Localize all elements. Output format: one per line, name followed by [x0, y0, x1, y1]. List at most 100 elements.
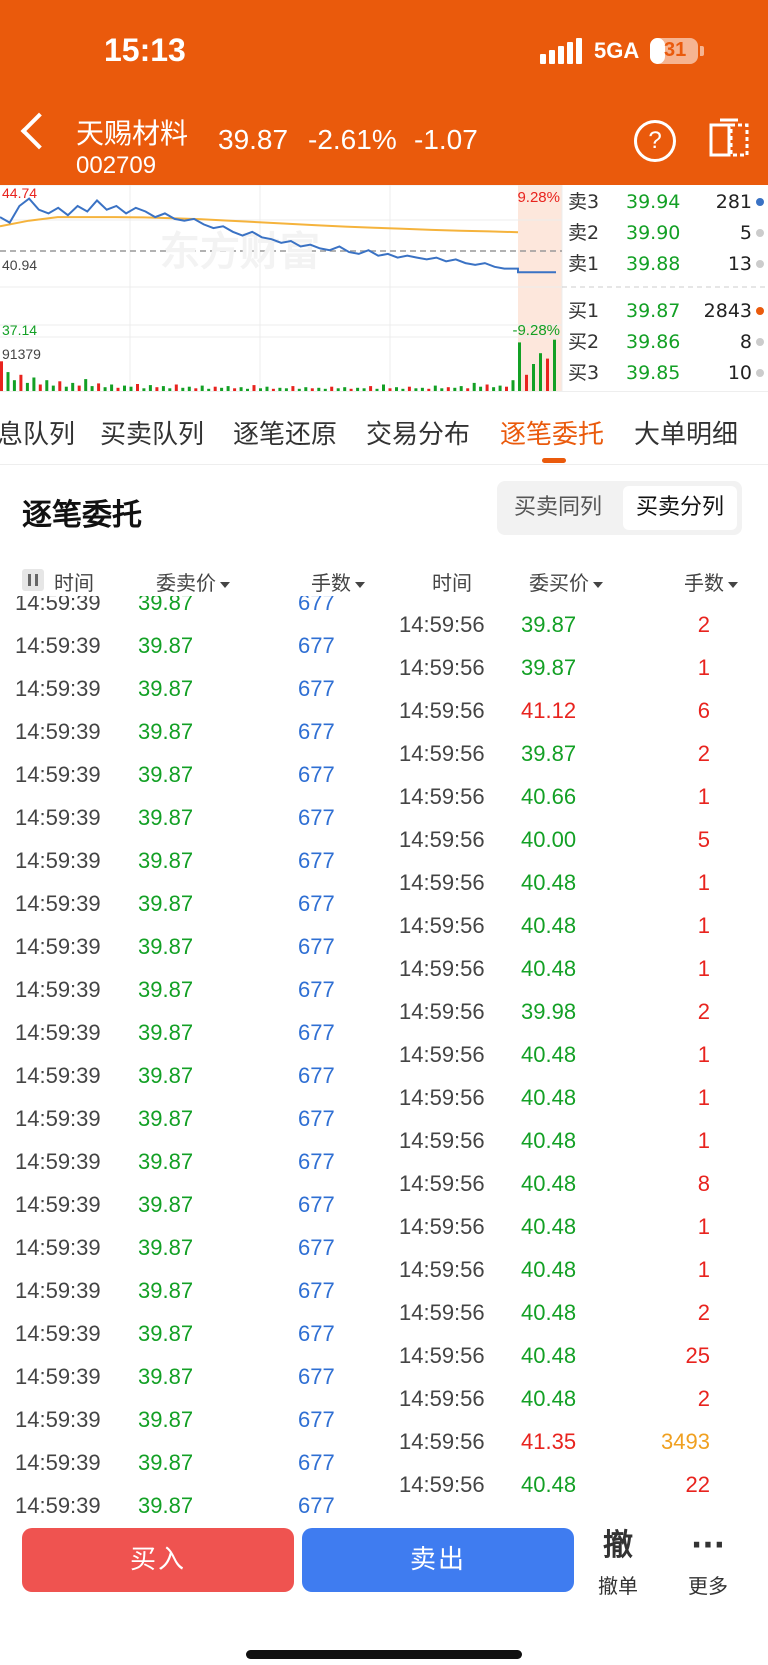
order-book-volume: 10 [728, 362, 752, 384]
order-price: 39.87 [138, 848, 194, 873]
order-time: 14:59:39 [15, 1364, 101, 1389]
sell-orders-list[interactable]: 14:59:39 39.87 677 14:59:39 39.87 677 14:59:39… [0, 596, 384, 1514]
volume-bar [532, 364, 535, 391]
stock-change: -1.07 [414, 124, 478, 155]
order-time: 14:59:39 [15, 1493, 101, 1514]
battery-level [650, 38, 665, 64]
sell-order-row: 14:59:39 39.87 677 [0, 1442, 384, 1485]
order-price: 39.87 [138, 1149, 194, 1174]
order-book-volume: 2843 [704, 300, 752, 322]
more-button[interactable]: ··· 更多 [676, 1526, 740, 1599]
order-time: 14:59:39 [15, 676, 101, 701]
order-price: 39.87 [138, 805, 194, 830]
buy-order-row: 14:59:56 40.48 22 [384, 1464, 768, 1507]
buy-orders-list[interactable]: 14:59:56 39.87 2 14:59:56 39.87 1 14:59:56 41.1… [384, 596, 768, 1514]
volume-bar [45, 380, 49, 391]
tab-large-orders[interactable]: 大单明细 [634, 414, 738, 451]
sell-order-row: 14:59:39 39.87 677 [0, 1399, 384, 1442]
volume-bar [525, 374, 528, 391]
tab-trade-distribution[interactable]: 交易分布 [366, 414, 470, 451]
chart-low-label: 37.14 [2, 322, 37, 338]
col-sell-price[interactable]: 委卖价 [156, 567, 230, 596]
col-sell-lots[interactable]: 手数 [311, 567, 365, 596]
sell-order-row: 14:59:39 39.87 677 [0, 1270, 384, 1313]
volume-bar [6, 372, 10, 391]
back-arrow-icon[interactable] [20, 112, 58, 150]
order-price: 39.87 [138, 1192, 194, 1217]
order-lots: 2 [697, 612, 710, 637]
col-buy-price[interactable]: 委买价 [529, 567, 603, 596]
volume-bar [0, 361, 3, 391]
switch-layout-icon[interactable] [708, 118, 750, 160]
tab-info-queue[interactable]: 息队列 [0, 414, 75, 451]
buy-order-row: 14:59:56 40.48 25 [384, 1335, 768, 1378]
order-lots: 677 [298, 977, 335, 1002]
top-header: 15:13 5GA 31 天赐材料 002709 39.87 -2.61% -1… [0, 0, 768, 185]
order-price: 39.87 [138, 1493, 194, 1514]
order-lots: 677 [298, 676, 335, 701]
order-lots: 677 [298, 1407, 335, 1432]
sort-caret-icon [355, 581, 365, 588]
order-time: 14:59:39 [15, 977, 101, 1002]
battery-tip [700, 46, 704, 56]
help-icon[interactable]: ? [634, 120, 676, 162]
volume-bar [546, 358, 549, 391]
order-time: 14:59:39 [15, 1278, 101, 1303]
tab-buy-sell-queue[interactable]: 买卖队列 [100, 414, 204, 451]
sell-order-row: 14:59:39 39.87 677 [0, 883, 384, 926]
toggle-same-column[interactable]: 买卖同列 [502, 486, 614, 530]
volume-bar [539, 353, 542, 391]
sell-order-row: 14:59:39 39.87 677 [0, 1313, 384, 1356]
battery-icon: 31 [650, 38, 698, 64]
volume-bar [19, 374, 23, 391]
volume-bar [553, 339, 556, 391]
col-buy-lots-label: 手数 [684, 571, 724, 595]
col-buy-lots[interactable]: 手数 [684, 567, 738, 596]
tab-tick-orders[interactable]: 逐笔委托 [500, 414, 604, 451]
sell-order-row: 14:59:39 39.87 677 [0, 969, 384, 1012]
order-lots: 1 [697, 1257, 710, 1282]
sell-order-row: 14:59:39 39.87 677 [0, 840, 384, 883]
order-lots: 677 [298, 934, 335, 959]
sell-button[interactable]: 卖出 [302, 1528, 574, 1592]
order-price: 39.87 [138, 1063, 194, 1088]
stock-code: 002709 [76, 152, 157, 179]
sell-order-row: 14:59:39 39.87 677 [0, 1141, 384, 1184]
buy-order-row: 14:59:56 39.87 1 [384, 647, 768, 690]
tab-tick-restore[interactable]: 逐笔还原 [233, 414, 337, 451]
order-time: 14:59:39 [15, 1063, 101, 1088]
network-type: 5GA [594, 38, 640, 63]
toggle-split-columns[interactable]: 买卖分列 [623, 486, 737, 530]
buy-order-row: 14:59:56 39.87 2 [384, 604, 768, 647]
sell-order-row: 14:59:39 39.87 677 [0, 754, 384, 797]
order-time: 14:59:39 [15, 1149, 101, 1174]
buy-order-row: 14:59:56 40.48 8 [384, 1163, 768, 1206]
order-lots: 1 [697, 913, 710, 938]
volume-bar [97, 383, 101, 391]
order-time: 14:59:39 [15, 1321, 101, 1346]
col-sell-price-label: 委卖价 [156, 571, 216, 595]
cancel-order-button[interactable]: 撤 撤单 [586, 1526, 650, 1599]
order-book-price: 39.94 [626, 191, 680, 213]
pause-icon[interactable] [22, 569, 44, 591]
intraday-chart[interactable]: 东方财富 44.74 40.94 37.14 91379 9.28% -9.28… [0, 185, 768, 391]
chart-volume-max-label: 91379 [2, 346, 41, 362]
status-time: 15:13 [104, 32, 186, 68]
active-tab-indicator [542, 458, 566, 463]
order-lots: 677 [298, 1450, 335, 1475]
level-dot-icon [756, 198, 764, 206]
volume-bar [84, 379, 88, 391]
col-buy-price-label: 委买价 [529, 571, 589, 595]
detail-tabs: 息队列 买卖队列 逐笔还原 交易分布 逐笔委托 大单明细 [0, 391, 768, 465]
buy-button[interactable]: 买入 [22, 1528, 294, 1592]
order-book-volume: 281 [716, 191, 752, 213]
order-book-volume: 8 [740, 331, 752, 353]
level-dot-icon [756, 260, 764, 268]
buy-order-row: 14:59:56 40.48 1 [384, 1034, 768, 1077]
order-lots: 677 [298, 1106, 335, 1131]
view-toggle: 买卖同列 买卖分列 [497, 481, 742, 535]
order-time: 14:59:39 [15, 596, 101, 615]
sell-order-row: 14:59:39 39.87 677 [0, 1055, 384, 1098]
order-price: 39.87 [138, 676, 194, 701]
order-price: 39.87 [138, 1407, 194, 1432]
